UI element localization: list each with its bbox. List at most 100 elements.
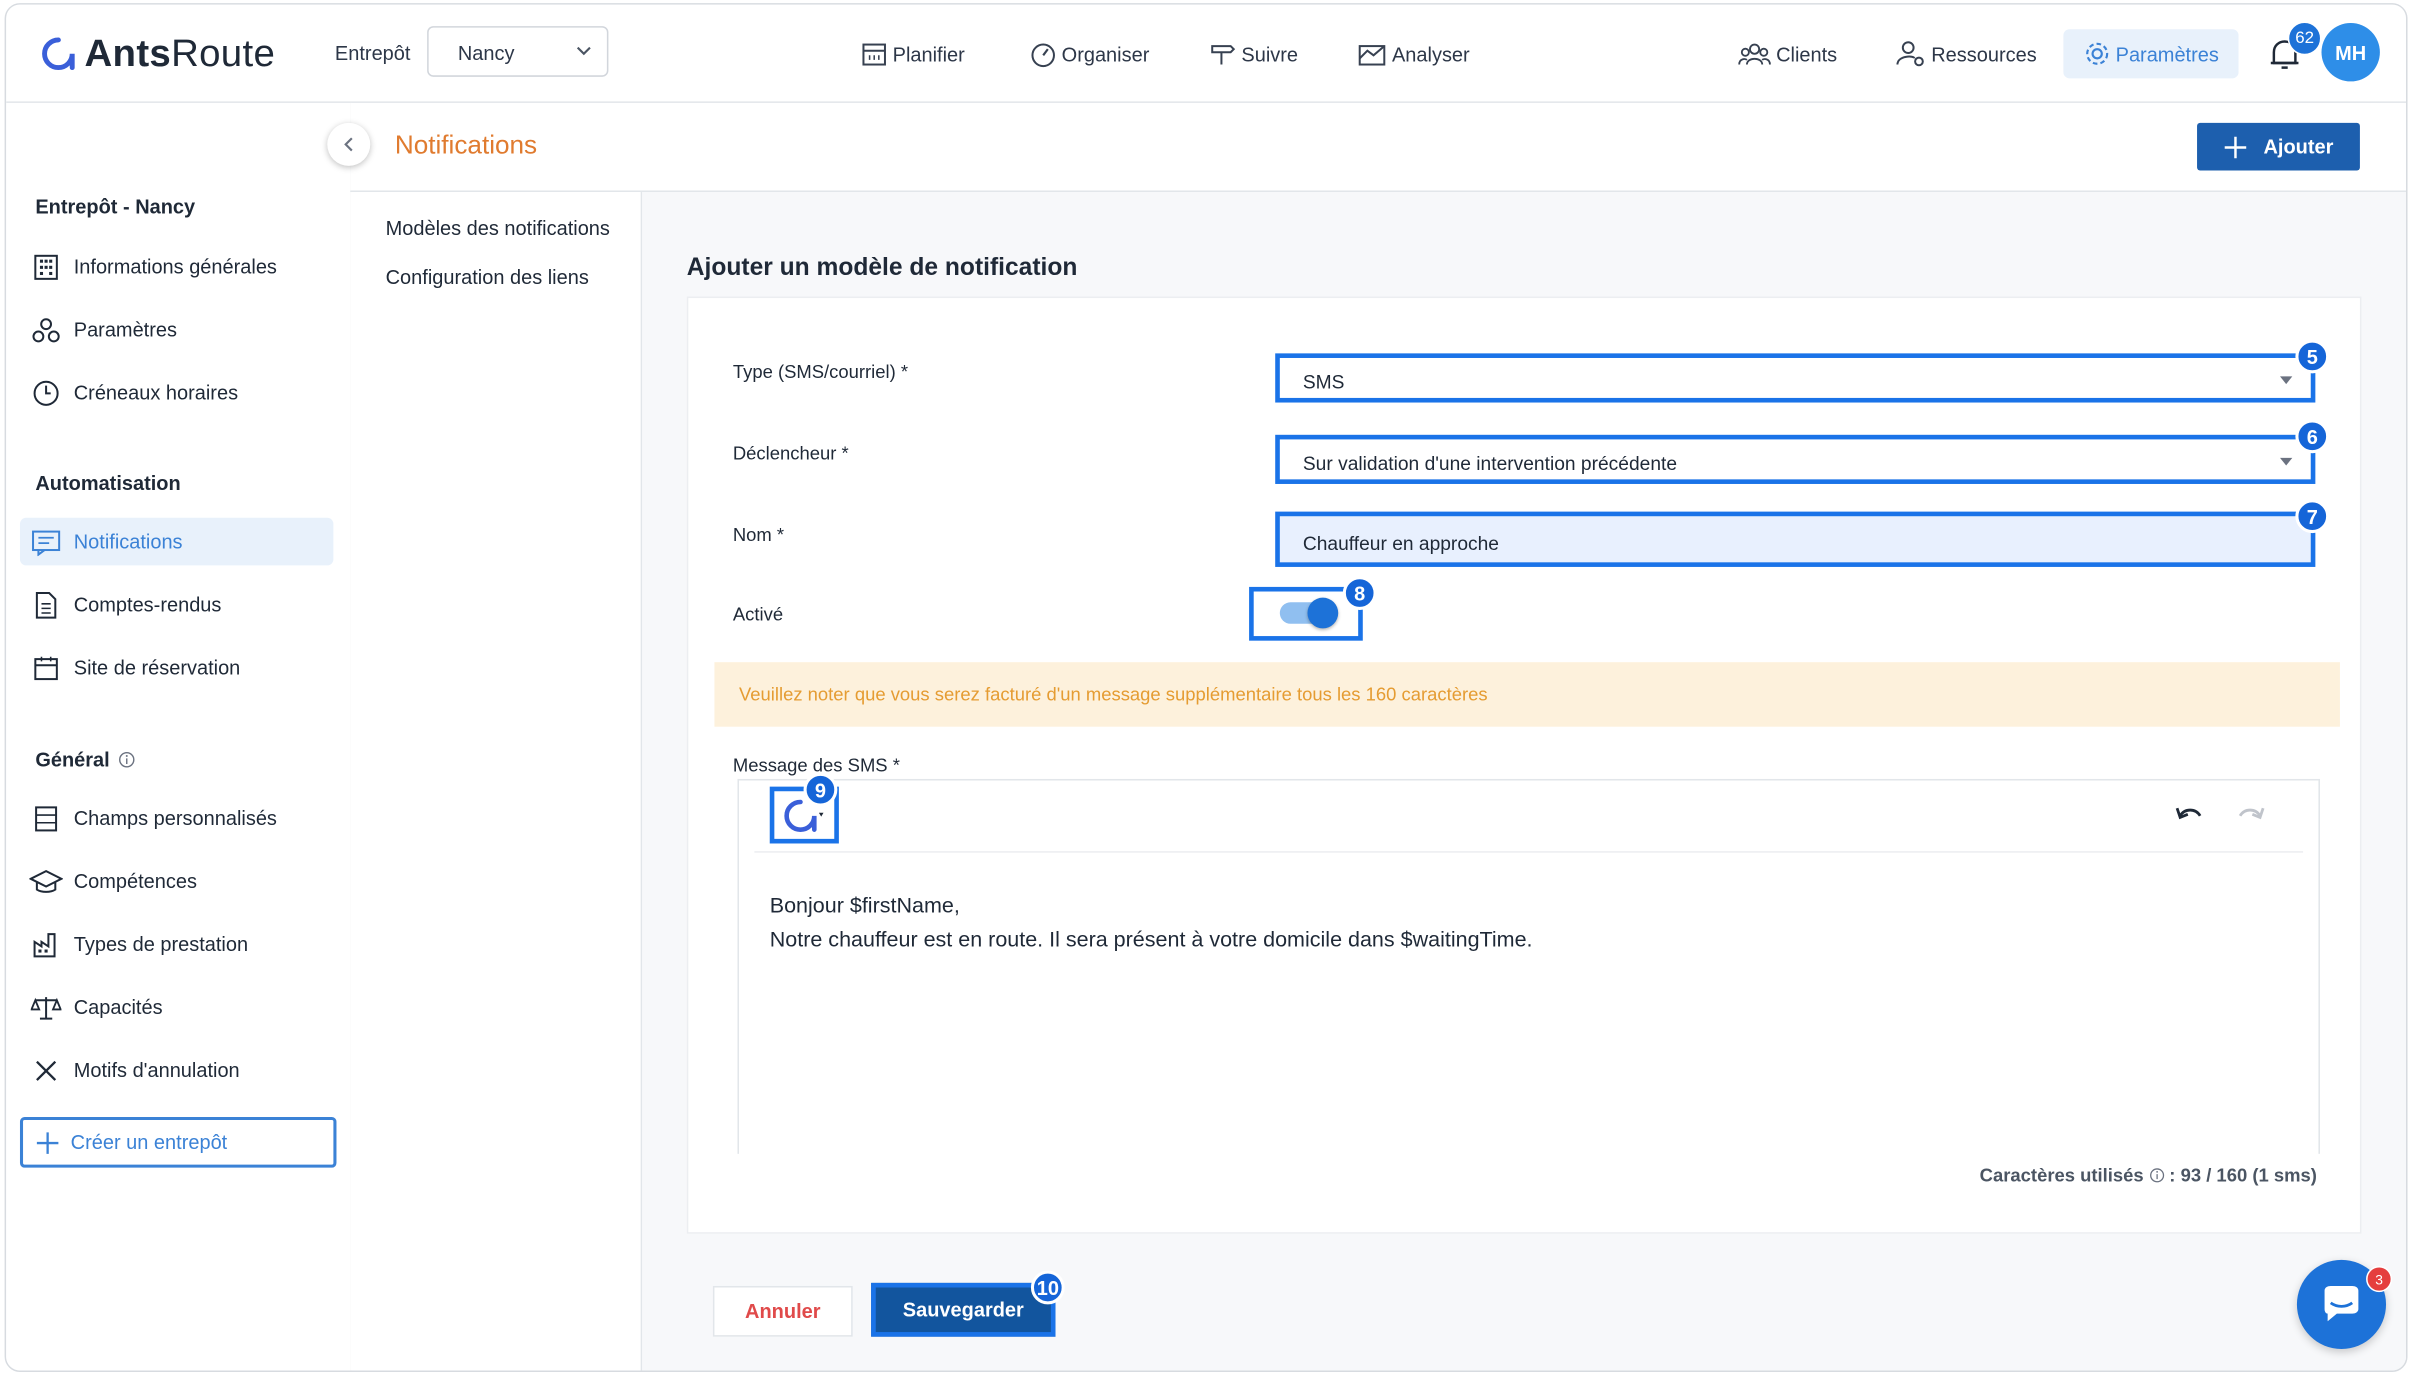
nav-parametres[interactable]: Paramètres (2063, 29, 2239, 79)
document-icon (35, 591, 57, 618)
add-button-label: Ajouter (2263, 135, 2334, 159)
building-icon (34, 254, 58, 280)
add-button[interactable]: Ajouter (2197, 122, 2360, 171)
sidebar-item-label: Site de réservation (73, 656, 241, 680)
sidebar-item-competences[interactable]: Compétences (20, 857, 333, 905)
subnav-modeles-notifications[interactable]: Modèles des notifications (386, 217, 610, 240)
gauge-icon (1031, 43, 1055, 68)
gear-icon (2086, 42, 2109, 65)
message-line-1: Bonjour $firstName, (769, 892, 960, 918)
user-gear-icon (1896, 41, 1924, 67)
notifications-subnav: Modèles des notifications Configuration … (350, 192, 643, 1371)
caret-down-icon (2280, 376, 2293, 385)
name-input[interactable]: Chauffeur en approche (1275, 511, 2316, 567)
sidebar-item-label: Types de prestation (73, 932, 249, 956)
active-toggle[interactable] (1279, 597, 1339, 629)
logo-text: AntsRoute (84, 31, 276, 75)
warehouse-select-value: Nancy (457, 41, 515, 65)
nav-organiser[interactable]: Organiser (1029, 37, 1149, 71)
clock-icon (33, 380, 59, 406)
sidebar-section-warehouse: Entrepôt - Nancy (35, 195, 196, 219)
info-icon (119, 752, 135, 768)
toggle-knob (1307, 597, 1339, 629)
nav-ressources[interactable]: Ressources (1896, 37, 2037, 71)
sidebar-item-label: Informations générales (73, 255, 277, 279)
notification-count-badge: 62 (2287, 21, 2322, 56)
type-select[interactable]: SMS (1275, 353, 2316, 403)
cancel-button[interactable]: Annuler (712, 1285, 853, 1337)
create-warehouse-button[interactable]: Créer un entrepôt (19, 1116, 337, 1168)
save-button[interactable]: Sauvegarder (871, 1282, 1056, 1337)
top-navigation-bar: AntsRoute Entrepôt Nancy Planifier Organ… (6, 4, 2407, 103)
chevron-left-icon (344, 137, 353, 152)
sidebar-item-label: Compétences (73, 869, 197, 893)
annotation-marker-6: 6 (2295, 419, 2330, 454)
nav-clients[interactable]: Clients (1738, 37, 1837, 71)
chat-bubble-icon (2324, 1285, 2359, 1322)
editor-content[interactable]: Bonjour $firstName, Notre chauffeur est … (770, 888, 1533, 956)
nav-label: Planifier (892, 42, 965, 66)
sms-message-editor[interactable]: Bonjour $firstName, Notre chauffeur est … (737, 778, 2320, 1154)
antsroute-logo[interactable]: AntsRoute (40, 29, 275, 78)
redo-icon[interactable] (2235, 802, 2266, 827)
sidebar-item-label: Comptes-rendus (73, 593, 222, 617)
plus-icon (2225, 135, 2247, 158)
character-counter: Caractères utilisés : 93 / 160 (1 sms) (1696, 1165, 2317, 1187)
annotation-marker-5: 5 (2295, 339, 2330, 374)
graduation-cap-icon (29, 869, 63, 893)
logo-icon (42, 37, 75, 71)
type-label: Type (SMS/courriel) * (732, 361, 909, 383)
chevron-down-icon (576, 46, 591, 56)
plus-icon (36, 1131, 59, 1154)
subnav-configuration-liens[interactable]: Configuration des liens (386, 266, 589, 289)
sidebar-item-informations-generales[interactable]: Informations générales (20, 243, 333, 291)
name-label: Nom * (732, 523, 785, 546)
undo-icon[interactable] (2174, 802, 2205, 827)
sidebar-item-creneaux-horaires[interactable]: Créneaux horaires (20, 369, 333, 417)
sidebar-item-site-de-reservation[interactable]: Site de réservation (20, 644, 333, 692)
cogs-icon (32, 317, 60, 342)
chart-icon (1358, 45, 1386, 66)
annotation-marker-9: 9 (803, 772, 838, 807)
info-icon (2149, 1168, 2164, 1183)
scale-icon (30, 996, 62, 1019)
counter-label: Caractères utilisés (1979, 1164, 2144, 1187)
sidebar-item-champs-personnalises[interactable]: Champs personnalisés (20, 794, 333, 842)
sidebar-item-comptes-rendus[interactable]: Comptes-rendus (20, 581, 333, 629)
annotation-marker-10: 10 (1030, 1270, 1065, 1305)
users-icon (1738, 43, 1771, 65)
form-title: Ajouter un modèle de notification (686, 255, 1078, 282)
caret-down-icon (2280, 457, 2293, 466)
sidebar-item-parametres[interactable]: Paramètres (20, 306, 333, 354)
sidebar-section-general: Général (35, 748, 135, 771)
sidebar-item-label: Paramètres (73, 318, 177, 342)
nav-suivre[interactable]: Suivre (1209, 37, 1298, 71)
sidebar-item-motifs-annulation[interactable]: Motifs d'annulation (20, 1046, 333, 1094)
sidebar-item-label: Notifications (73, 530, 183, 554)
annotation-marker-8: 8 (1342, 576, 1377, 610)
page-header: Notifications Ajouter (350, 102, 2407, 193)
sidebar-section-automation: Automatisation (35, 471, 181, 495)
message-line-2: Notre chauffeur est en route. Il sera pr… (769, 926, 1533, 952)
sidebar-item-label: Champs personnalisés (73, 806, 277, 830)
sidebar-item-types-de-prestation[interactable]: Types de prestation (20, 920, 333, 968)
form-fields-icon (35, 805, 58, 831)
factory-icon (33, 932, 56, 957)
nav-analyser[interactable]: Analyser (1357, 37, 1470, 71)
collapse-sidebar-button[interactable] (327, 122, 371, 166)
trigger-select[interactable]: Sur validation d'une intervention précéd… (1275, 434, 2316, 484)
nav-planifier[interactable]: Planifier (860, 37, 965, 71)
warehouse-select[interactable]: Nancy (427, 26, 609, 77)
nav-label: Suivre (1241, 42, 1299, 66)
user-avatar[interactable]: MH (2321, 23, 2380, 82)
nav-label: Organiser (1061, 42, 1150, 66)
message-icon (32, 529, 61, 556)
editor-toolbar (754, 780, 2304, 853)
trigger-select-value: Sur validation d'une intervention précéd… (1302, 453, 1678, 475)
annotation-marker-7: 7 (2295, 499, 2330, 534)
calendar-icon (862, 43, 886, 66)
sidebar-item-capacites[interactable]: Capacités (20, 983, 333, 1031)
sidebar-item-notifications[interactable]: Notifications (19, 517, 334, 566)
calendar-icon (34, 656, 58, 680)
signpost-icon (1211, 45, 1236, 65)
